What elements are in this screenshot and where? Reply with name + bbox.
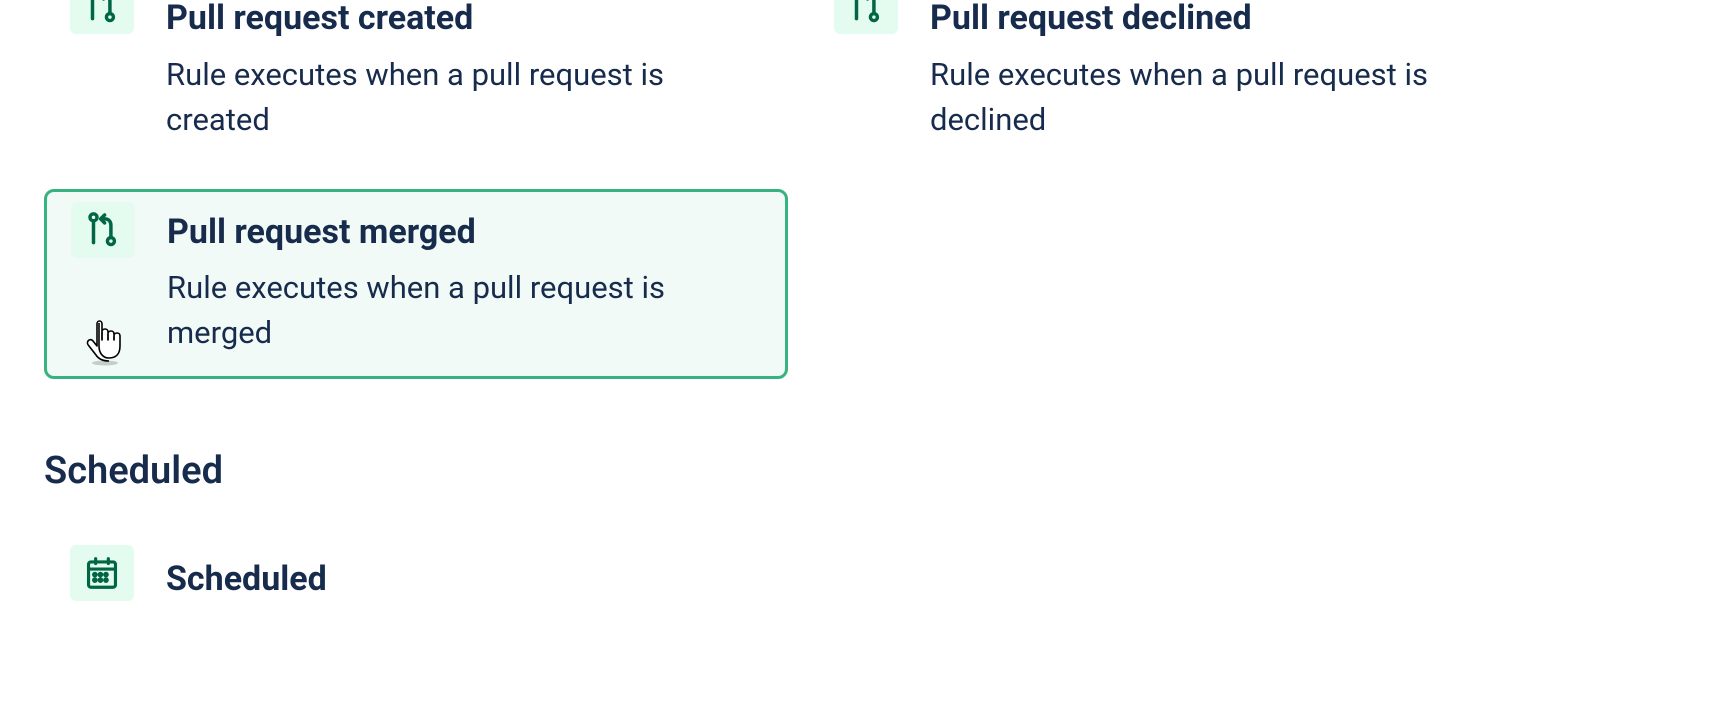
scheduled-card-grid: Scheduled (44, 533, 1666, 623)
trigger-card-title: Scheduled (166, 559, 762, 600)
section-heading-scheduled: Scheduled (44, 449, 1666, 493)
trigger-card-grid: Pull request created Rule executes when … (44, 0, 1666, 379)
trigger-card-body: Pull request created Rule executes when … (166, 2, 762, 143)
trigger-card-desc: Rule executes when a pull request is cre… (166, 53, 762, 143)
calendar-icon (70, 545, 134, 601)
trigger-card-desc: Rule executes when a pull request is mer… (167, 266, 761, 356)
pull-request-icon (834, 0, 898, 34)
trigger-card-scheduled[interactable]: Scheduled (44, 533, 788, 623)
trigger-card-desc: Rule executes when a pull request is dec… (930, 53, 1526, 143)
trigger-card-pr-created[interactable]: Pull request created Rule executes when … (44, 0, 788, 169)
trigger-card-body: Pull request declined Rule executes when… (930, 2, 1526, 143)
trigger-card-pr-merged[interactable]: Pull request merged Rule executes when a… (44, 189, 788, 380)
trigger-card-body: Scheduled (166, 555, 762, 600)
trigger-card-title: Pull request declined (930, 0, 1526, 39)
pull-request-icon (71, 202, 135, 258)
trigger-card-pr-declined[interactable]: Pull request declined Rule executes when… (808, 0, 1552, 169)
trigger-card-title: Pull request created (166, 0, 762, 39)
pull-request-icon (70, 0, 134, 34)
trigger-card-title: Pull request merged (167, 212, 761, 253)
trigger-card-body: Pull request merged Rule executes when a… (167, 212, 761, 357)
